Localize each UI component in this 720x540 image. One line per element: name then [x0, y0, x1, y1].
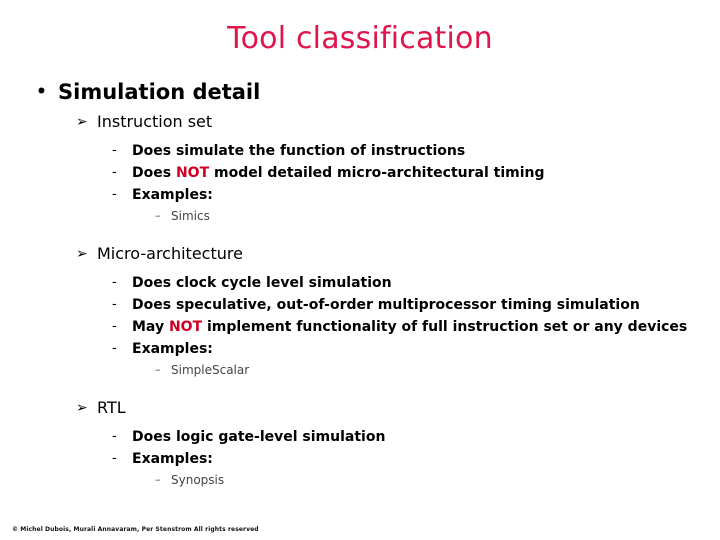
point-label: Does logic gate-level simulation	[132, 429, 386, 445]
point-label: Does speculative, out-of-order multiproc…	[132, 297, 640, 313]
bullet-dot-icon: •	[36, 82, 47, 102]
bullet-endash-icon: –	[155, 473, 161, 486]
example-label: SimpleScalar	[171, 363, 250, 377]
outline-point: - Does clock cycle level simulation	[0, 272, 720, 294]
outline-point: - Examples:	[0, 448, 720, 470]
point-label: Examples:	[132, 341, 213, 357]
outline-point: - May NOT implement functionality of ful…	[0, 316, 720, 338]
slide-canvas: Tool classification • Simulation detail …	[0, 0, 720, 540]
outline-example: – Synopsis	[0, 470, 720, 490]
section-heading-label: Instruction set	[97, 112, 213, 131]
outline-point: - Does NOT model detailed micro-architec…	[0, 162, 720, 184]
bullet-dash-icon: -	[112, 451, 117, 466]
example-label: Synopsis	[171, 473, 225, 487]
point-label: Examples:	[132, 187, 213, 203]
bullet-dash-icon: -	[112, 297, 117, 312]
bullet-endash-icon: –	[155, 209, 161, 222]
bullet-arrow-icon: ➢	[76, 114, 88, 130]
slide-body: • Simulation detail ➢ Instruction set - …	[0, 78, 720, 490]
outline-point: - Does simulate the function of instruct…	[0, 140, 720, 162]
page-title: Tool classification	[227, 21, 493, 56]
bullet-arrow-icon: ➢	[76, 400, 88, 416]
outline-example: – Simics	[0, 206, 720, 226]
point-label: Examples:	[132, 451, 213, 467]
bullet-endash-icon: –	[155, 363, 161, 376]
outline-point: - Examples:	[0, 338, 720, 360]
outline-section-heading: ➢ Instruction set	[0, 110, 720, 134]
example-label: Simics	[171, 209, 210, 223]
outline-level1: • Simulation detail	[0, 78, 720, 106]
bullet-dash-icon: -	[112, 187, 117, 202]
bullet-dash-icon: -	[112, 143, 117, 158]
point-label: Does simulate the function of instructio…	[132, 143, 466, 159]
outline-point: - Does logic gate-level simulation	[0, 426, 720, 448]
bullet-arrow-icon: ➢	[76, 246, 88, 262]
point-label: Does NOT model detailed micro-architectu…	[132, 165, 545, 181]
point-label: Does clock cycle level simulation	[132, 275, 392, 291]
outline-point: - Does speculative, out-of-order multipr…	[0, 294, 720, 316]
outline-level1-label: Simulation detail	[58, 80, 261, 104]
outline-section-heading: ➢ RTL	[0, 396, 720, 420]
section-heading-label: RTL	[97, 398, 126, 417]
point-emphasis: NOT	[168, 319, 203, 335]
bullet-dash-icon: -	[112, 165, 117, 180]
bullet-dash-icon: -	[112, 429, 117, 444]
bullet-dash-icon: -	[112, 341, 117, 356]
point-label: May NOT implement functionality of full …	[132, 319, 688, 335]
point-emphasis: NOT	[175, 165, 210, 181]
outline-section-heading: ➢ Micro-architecture	[0, 242, 720, 266]
outline-example: – SimpleScalar	[0, 360, 720, 380]
bullet-dash-icon: -	[112, 275, 117, 290]
bullet-dash-icon: -	[112, 319, 117, 334]
section-heading-label: Micro-architecture	[97, 244, 243, 263]
copyright-footer: © Michel Dubois, Murali Annavaram, Per S…	[12, 526, 259, 533]
outline-point: - Examples:	[0, 184, 720, 206]
